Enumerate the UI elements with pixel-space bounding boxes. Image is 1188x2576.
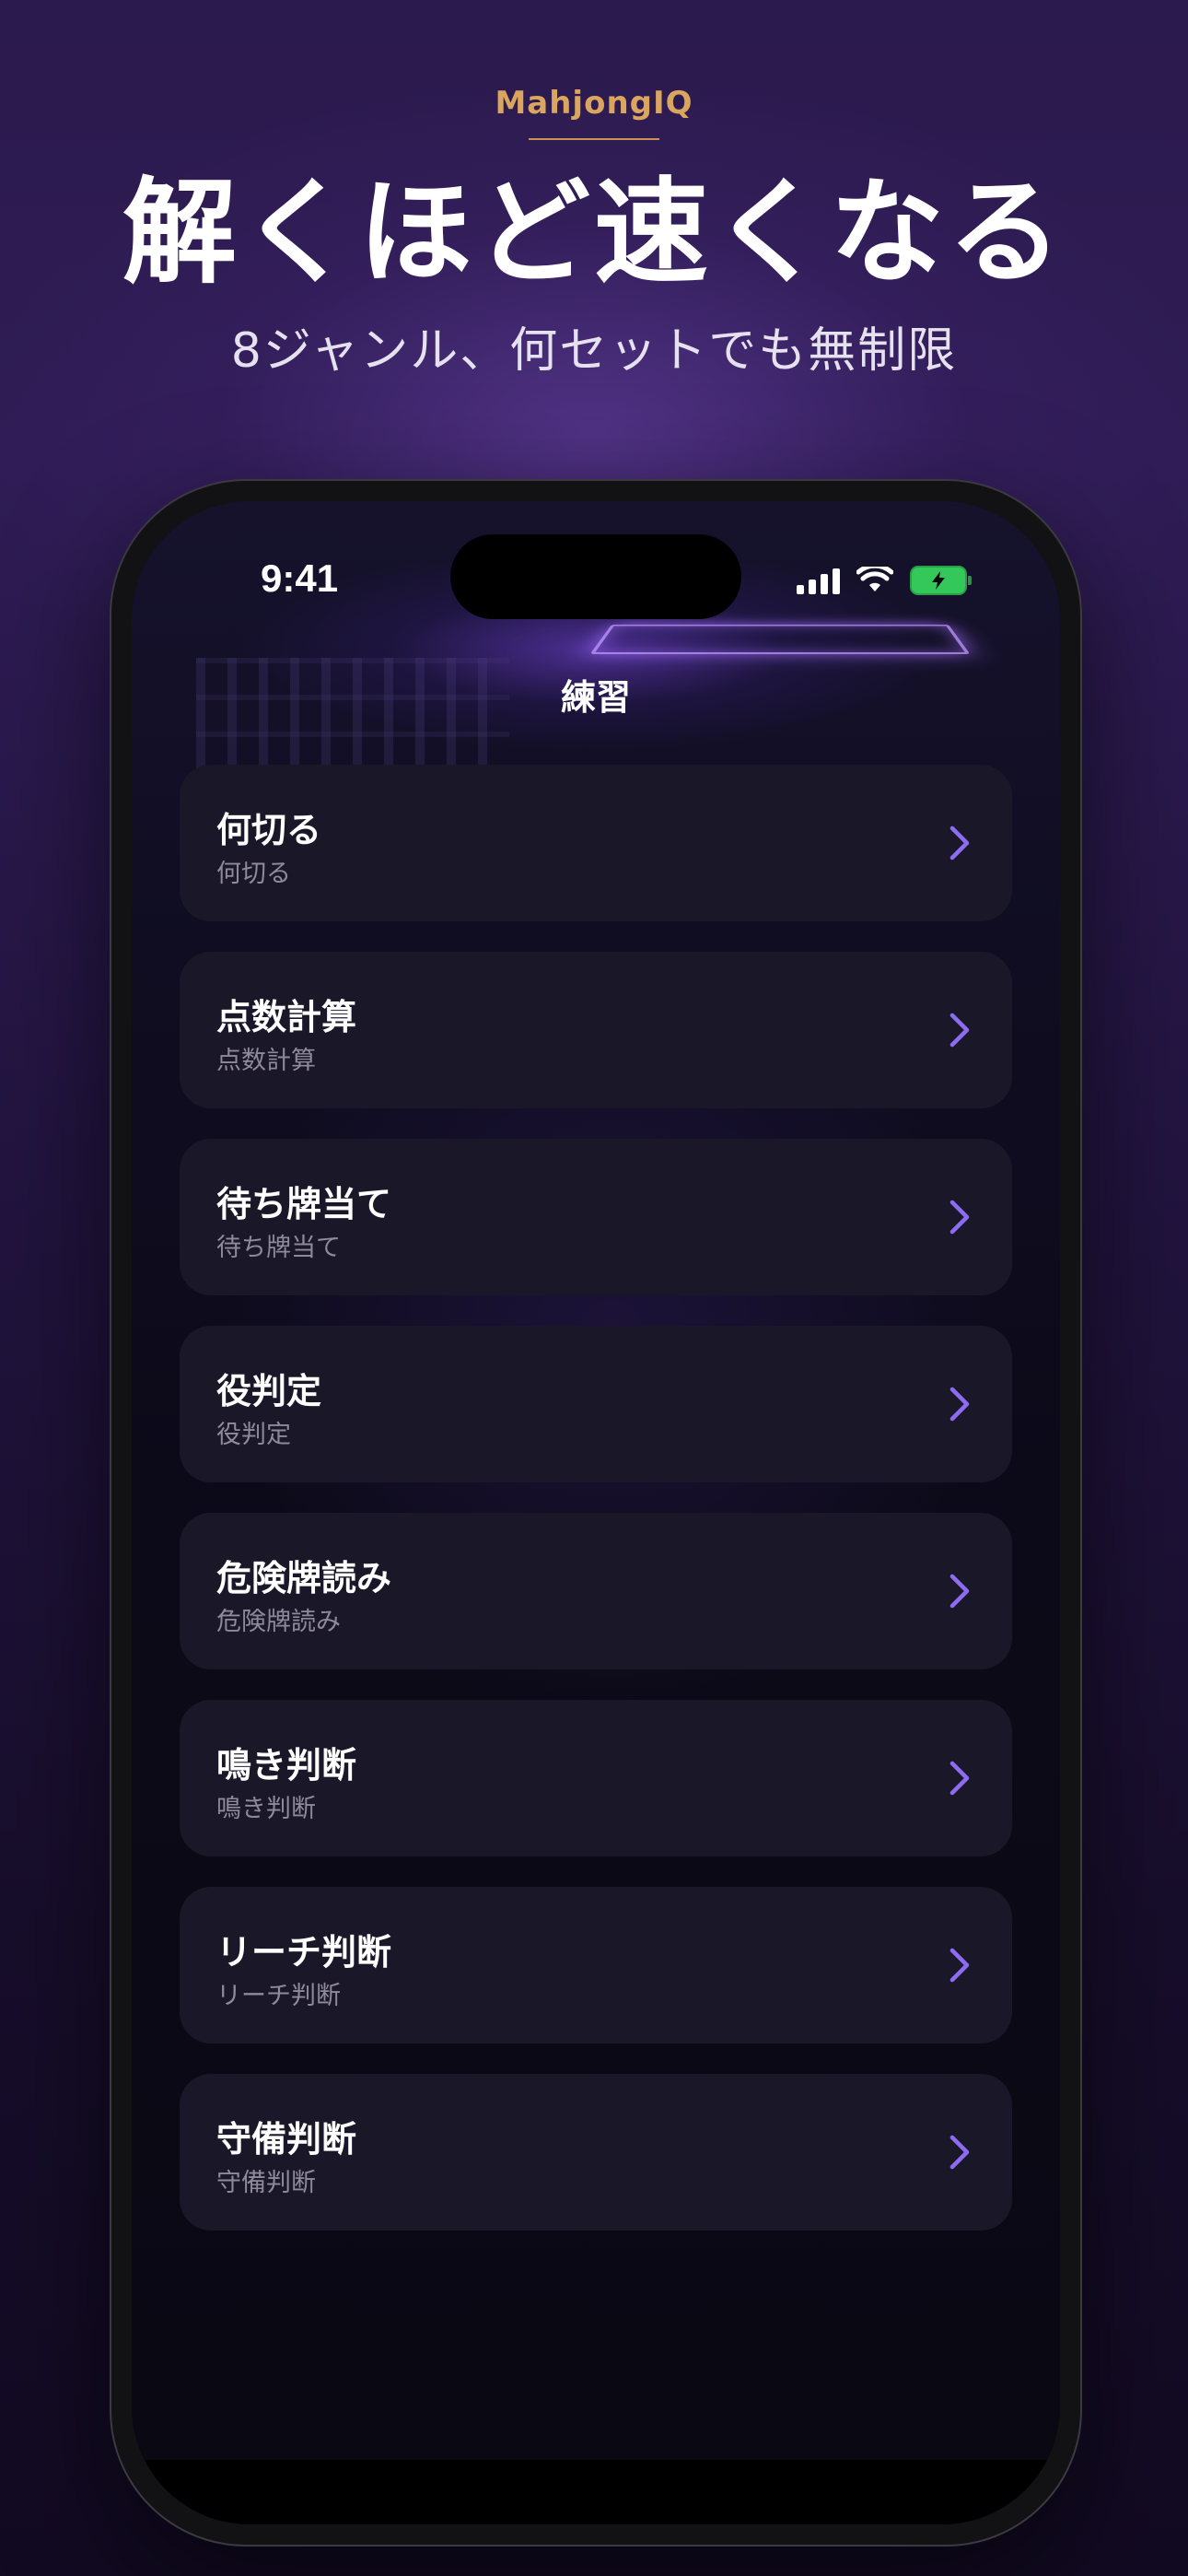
battery-charging-icon [910, 566, 972, 595]
list-item-subtitle: 危険牌読み [216, 1608, 341, 1636]
page-title: 練習 [560, 677, 631, 718]
list-item-title: 何切る [216, 810, 322, 850]
list-item-title: 鳴き判断 [216, 1745, 357, 1786]
phone-screen: 9:41 練習 何切る 何切る 点数計算 点数計算 待ち牌当て 待ち牌当て 役判… [132, 501, 1060, 2524]
bottom-safe-area [132, 2460, 1060, 2524]
list-item-title: 待ち牌当て [216, 1184, 392, 1224]
status-icons [797, 562, 972, 599]
list-item-subtitle: 点数計算 [216, 1047, 316, 1075]
chevron-right-icon [949, 1387, 970, 1422]
chevron-right-icon [949, 1200, 970, 1235]
list-item-yaku-judgment[interactable]: 役判定 役判定 [180, 1326, 1012, 1482]
list-item-subtitle: 鳴き判断 [216, 1795, 316, 1823]
list-item-score-calculation[interactable]: 点数計算 点数計算 [180, 952, 1012, 1108]
brand-underline [529, 138, 659, 140]
headline: 解くほど速くなる [122, 167, 1066, 299]
list-item-title: 点数計算 [216, 997, 357, 1037]
list-item-title: 守備判断 [216, 2119, 357, 2160]
wifi-icon [856, 567, 893, 591]
list-item-subtitle: 何切る [216, 860, 291, 888]
list-item-title: リーチ判断 [216, 1932, 392, 1973]
neon-light-decoration [589, 624, 971, 654]
list-item-riichi-judgment[interactable]: リーチ判断 リーチ判断 [180, 1887, 1012, 2043]
chevron-right-icon [949, 1013, 970, 1048]
cellular-signal-icon [797, 567, 840, 594]
list-item-title: 危険牌読み [216, 1558, 392, 1598]
chevron-right-icon [949, 1948, 970, 1983]
dynamic-island [450, 534, 741, 619]
subheadline: 8ジャンル、何セットでも無制限 [230, 323, 958, 379]
list-item-wait-guess[interactable]: 待ち牌当て 待ち牌当て [180, 1139, 1012, 1295]
list-item-danger-tile-reading[interactable]: 危険牌読み 危険牌読み [180, 1513, 1012, 1669]
list-item-subtitle: 守備判断 [216, 2169, 316, 2197]
list-item-nanikiru[interactable]: 何切る 何切る [180, 765, 1012, 921]
chevron-right-icon [949, 1761, 970, 1796]
status-time: 9:41 [261, 556, 339, 600]
list-item-defense-judgment[interactable]: 守備判断 守備判断 [180, 2074, 1012, 2231]
list-item-subtitle: 役判定 [216, 1421, 291, 1449]
chevron-right-icon [949, 2135, 970, 2170]
chevron-right-icon [949, 1574, 970, 1609]
list-item-title: 役判定 [216, 1371, 322, 1411]
brand-label: MahjongIQ [495, 85, 693, 122]
list-item-subtitle: リーチ判断 [216, 1982, 341, 2010]
list-item-subtitle: 待ち牌当て [216, 1234, 341, 1262]
chevron-right-icon [949, 825, 970, 861]
practice-list: 何切る 何切る 点数計算 点数計算 待ち牌当て 待ち牌当て 役判定 役判定 危険… [180, 765, 1012, 2261]
phone-frame: 9:41 練習 何切る 何切る 点数計算 点数計算 待ち牌当て 待ち牌当て 役判… [110, 479, 1082, 2547]
list-item-call-judgment[interactable]: 鳴き判断 鳴き判断 [180, 1700, 1012, 1856]
